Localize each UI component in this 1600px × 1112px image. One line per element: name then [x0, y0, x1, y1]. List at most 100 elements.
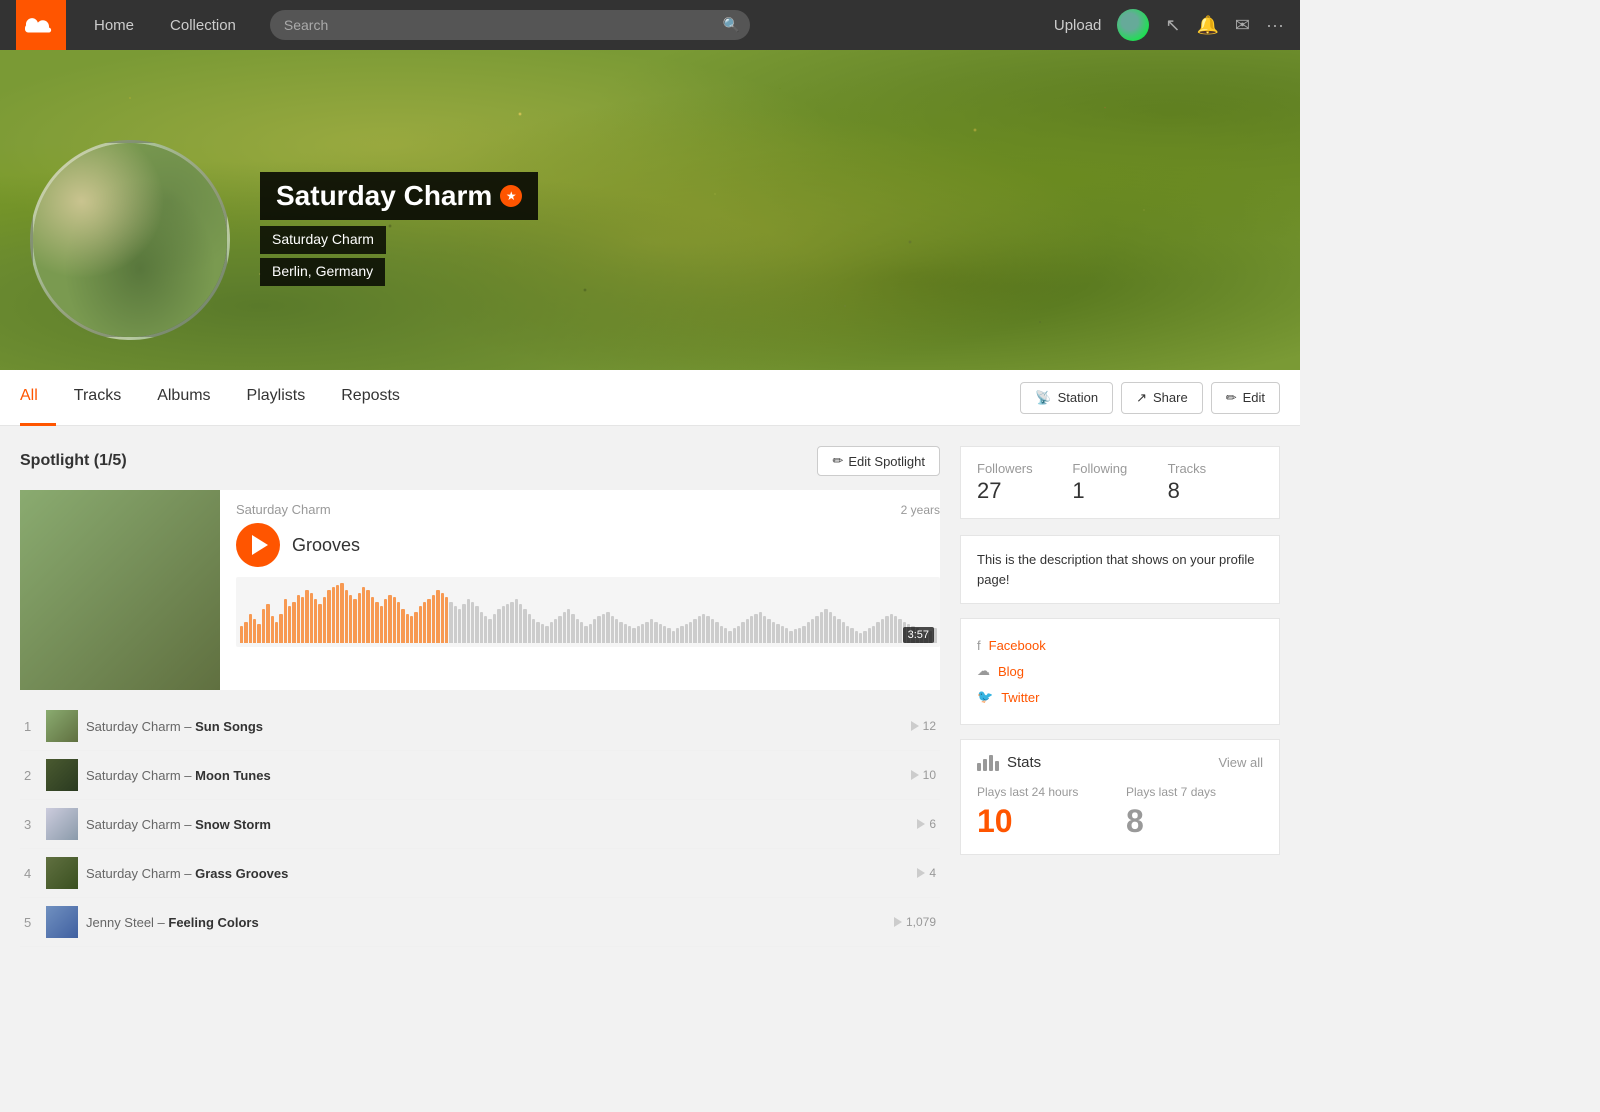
share-button[interactable]: ↗ Share: [1121, 382, 1203, 414]
waveform-bar: [497, 609, 500, 643]
waveform-bar: [414, 612, 417, 643]
upload-link[interactable]: Upload: [1054, 17, 1102, 34]
waveform-bar: [846, 626, 849, 643]
twitter-icon: 🐦: [977, 689, 993, 705]
waveform-bar: [794, 629, 797, 643]
search-input[interactable]: [270, 10, 750, 40]
waveform-bar: [240, 626, 243, 643]
waveform-bar: [336, 585, 339, 643]
waveform-bar: [798, 628, 801, 643]
hero-location-box: Berlin, Germany: [260, 258, 385, 286]
track-card: Saturday Charm 2 years Grooves 3:57: [20, 490, 940, 690]
track-list-item[interactable]: 1 Saturday Charm – Sun Songs 12: [20, 702, 940, 751]
track-num: 2: [24, 768, 38, 783]
blog-link[interactable]: ☁ Blog: [977, 658, 1263, 684]
track-list-item[interactable]: 2 Saturday Charm – Moon Tunes 10: [20, 751, 940, 800]
waveform-bar: [310, 593, 313, 643]
waveform-bar: [488, 619, 491, 643]
waveform-bar: [554, 619, 557, 643]
notifications-icon[interactable]: 🔔: [1197, 15, 1219, 36]
play-icon: [252, 535, 268, 555]
tab-reposts[interactable]: Reposts: [323, 370, 418, 426]
facebook-link[interactable]: f Facebook: [977, 633, 1263, 658]
waveform-bar: [305, 590, 308, 643]
messages-icon[interactable]: ✉: [1235, 15, 1250, 36]
pro-badge: ★: [500, 185, 522, 207]
waveform-bar: [815, 616, 818, 643]
track-title: Grooves: [292, 535, 360, 556]
waveform-bar: [271, 616, 274, 643]
waveform-bar: [733, 628, 736, 643]
stat-following: Following 1: [1072, 461, 1167, 504]
blog-label: Blog: [998, 664, 1024, 679]
left-column: Spotlight (1/5) ✏ Edit Spotlight Saturda…: [20, 446, 940, 1006]
waveform-bar: [859, 633, 862, 643]
waveform-bar: [253, 619, 256, 643]
waveform-bar: [523, 609, 526, 643]
track-list-item[interactable]: 4 Saturday Charm – Grass Grooves 4: [20, 849, 940, 898]
waveform-bar: [410, 616, 413, 643]
view-all-link[interactable]: View all: [1218, 755, 1263, 770]
play-button[interactable]: [236, 523, 280, 567]
twitter-link[interactable]: 🐦 Twitter: [977, 684, 1263, 710]
waveform-bar: [619, 622, 622, 643]
waveform-bar: [645, 622, 648, 643]
soundcloud-logo[interactable]: [16, 0, 66, 50]
waveform-bar: [624, 624, 627, 643]
waveform-bar: [475, 606, 478, 643]
waveform-bar: [519, 604, 522, 643]
edit-button[interactable]: ✏ Edit: [1211, 382, 1280, 414]
waveform-bar: [318, 604, 321, 643]
track-list-plays: 6: [917, 817, 936, 831]
following-label: Following: [1072, 461, 1167, 476]
waveform-bar: [776, 624, 779, 643]
nav-right: Upload ↖ 🔔 ✉ ···: [1054, 9, 1284, 41]
waveform-bar: [515, 599, 518, 643]
bio-box: This is the description that shows on yo…: [960, 535, 1280, 604]
track-list-item[interactable]: 5 Jenny Steel – Feeling Colors 1,079: [20, 898, 940, 947]
tab-tracks[interactable]: Tracks: [56, 370, 139, 426]
nav-home[interactable]: Home: [76, 0, 152, 50]
waveform-bar: [323, 597, 326, 643]
stats-widget-header: Stats View all: [977, 754, 1263, 771]
stat-followers: Followers 27: [977, 461, 1072, 504]
play-count: 1,079: [906, 915, 936, 929]
waveform-bar: [314, 599, 317, 643]
track-num: 4: [24, 866, 38, 881]
plays-24h: Plays last 24 hours 10: [977, 785, 1114, 840]
edit-spotlight-label: Edit Spotlight: [848, 454, 925, 469]
waveform[interactable]: 3:57: [236, 577, 940, 647]
track-meta: Saturday Charm 2 years: [236, 502, 940, 517]
waveform-bar: [811, 619, 814, 643]
edit-spotlight-button[interactable]: ✏ Edit Spotlight: [817, 446, 940, 476]
plays-7d-label: Plays last 7 days: [1126, 785, 1263, 799]
tab-actions: 📡 Station ↗ Share ✏ Edit: [1020, 382, 1280, 414]
waveform-bar: [763, 616, 766, 643]
more-icon[interactable]: ···: [1266, 15, 1284, 36]
tab-all[interactable]: All: [20, 370, 56, 426]
waveform-bar: [384, 599, 387, 643]
waveform-bar: [375, 602, 378, 643]
track-list-label: Saturday Charm – Snow Storm: [86, 817, 909, 832]
waveform-bar: [423, 602, 426, 643]
nav-collection[interactable]: Collection: [152, 0, 254, 50]
edit-icon: ✏: [1226, 390, 1237, 406]
waveform-bar: [597, 616, 600, 643]
cursor-icon: ↖: [1165, 15, 1180, 36]
soundcloud-logo-icon: [25, 15, 57, 35]
waveform-bar: [698, 616, 701, 643]
play-count: 12: [923, 719, 936, 733]
search-icon: 🔍: [722, 17, 739, 34]
waveform-bar: [759, 612, 762, 643]
station-button[interactable]: 📡 Station: [1020, 382, 1113, 414]
track-list-item[interactable]: 3 Saturday Charm – Snow Storm 6: [20, 800, 940, 849]
tab-albums[interactable]: Albums: [139, 370, 228, 426]
play-count: 10: [923, 768, 936, 782]
waveform-bar: [401, 609, 404, 643]
avatar[interactable]: [1117, 9, 1149, 41]
spotlight-title: Spotlight (1/5): [20, 452, 127, 470]
station-icon: 📡: [1035, 390, 1051, 406]
hero-section: Saturday Charm ★ Saturday Charm Berlin, …: [0, 50, 1300, 370]
tab-playlists[interactable]: Playlists: [229, 370, 324, 426]
waveform-bar: [366, 590, 369, 643]
